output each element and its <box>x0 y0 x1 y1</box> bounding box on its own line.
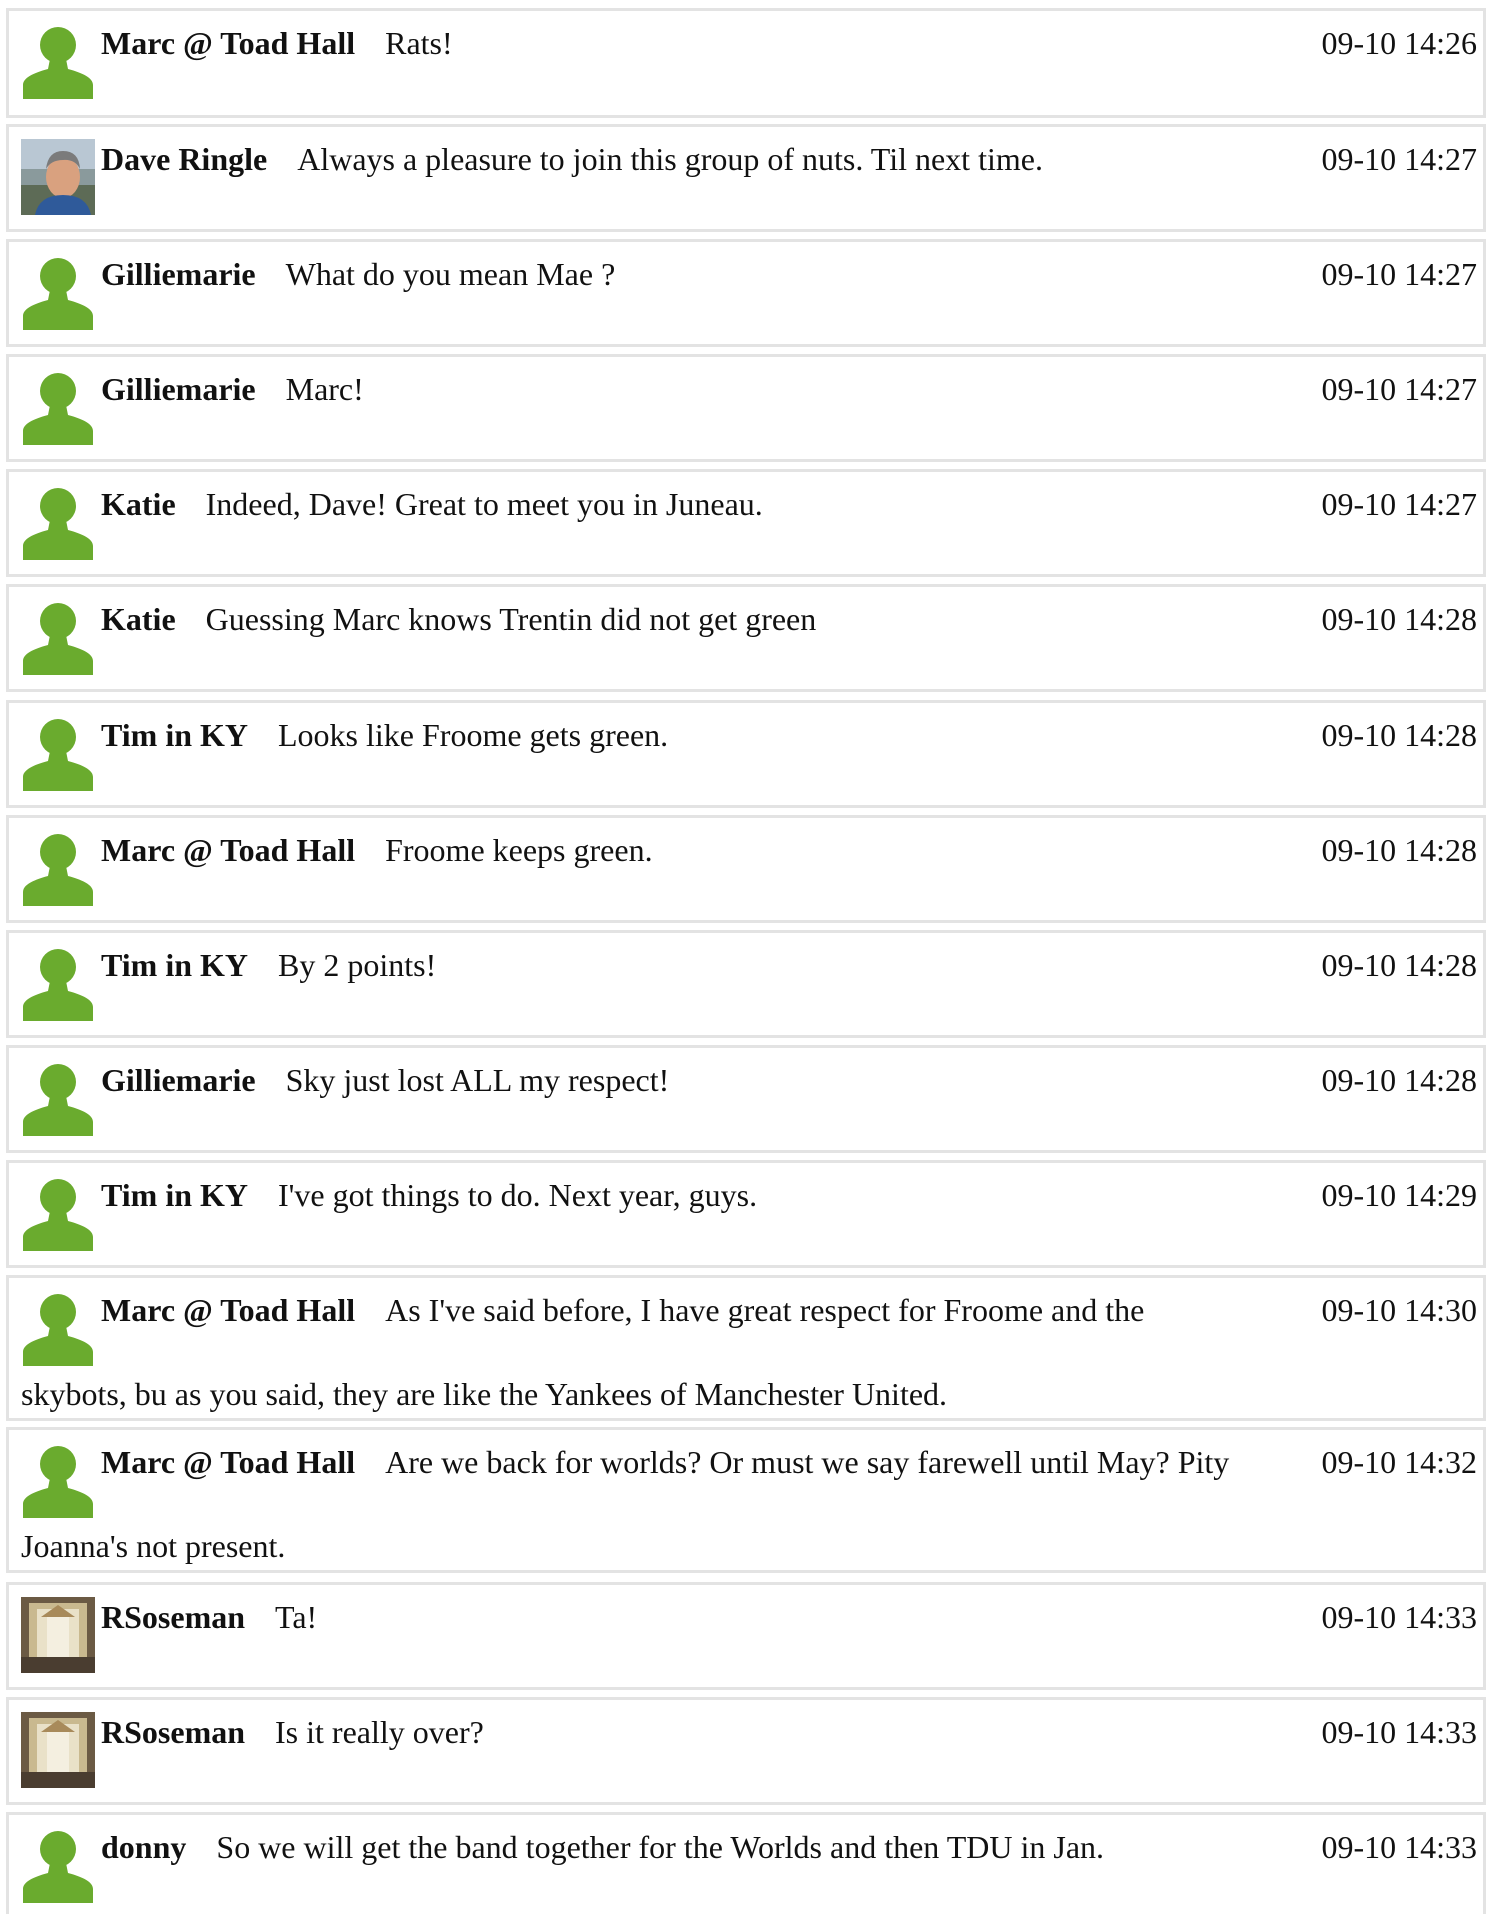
chat-message: Gilliemarie Sky just lost ALL my respect!… <box>6 1045 1486 1153</box>
timestamp: 09-10 14:28 <box>1321 832 1477 868</box>
default-user-icon[interactable] <box>21 23 95 99</box>
default-user-icon[interactable] <box>21 1442 95 1518</box>
timestamp: 09-10 14:33 <box>1321 1599 1477 1635</box>
message-line: RSoseman Is it really over? <box>101 1712 1303 1752</box>
username[interactable]: RSoseman <box>101 1714 245 1750</box>
chat-message: Marc @ Toad Hall Rats! 09-10 14:26 <box>6 8 1486 118</box>
chat-message: Gilliemarie Marc! 09-10 14:27 <box>6 354 1486 462</box>
message-line: Marc @ Toad Hall Are we back for worlds? … <box>101 1442 1303 1482</box>
username[interactable]: Gilliemarie <box>101 371 256 407</box>
chat-message: Katie Indeed, Dave! Great to meet you in … <box>6 469 1486 577</box>
message-text: Marc! <box>285 371 364 407</box>
message-line: donny So we will get the band together fo… <box>101 1827 1303 1867</box>
message-text-continued: Joanna's not present. <box>21 1528 286 1564</box>
message-line: Tim in KY By 2 points! <box>101 945 1303 985</box>
timestamp: 09-10 14:27 <box>1321 486 1477 522</box>
username[interactable]: Tim in KY <box>101 1177 248 1213</box>
message-text: Indeed, Dave! Great to meet you in Junea… <box>205 486 763 522</box>
message-line: Gilliemarie Sky just lost ALL my respect! <box>101 1060 1303 1100</box>
message-text: Are we back for worlds? Or must we say f… <box>385 1444 1230 1480</box>
username[interactable]: Marc @ Toad Hall <box>101 25 355 61</box>
default-user-icon[interactable] <box>21 254 95 330</box>
message-text: As I've said before, I have great respec… <box>385 1292 1145 1328</box>
chat-message: Marc @ Toad Hall Froome keeps green. 09-1… <box>6 815 1486 923</box>
chat-message: Marc @ Toad Hall As I've said before, I h… <box>6 1275 1486 1421</box>
message-text: Always a pleasure to join this group of … <box>297 141 1043 177</box>
message-line: Tim in KY I've got things to do. Next yea… <box>101 1175 1303 1215</box>
chat-message: Marc @ Toad Hall Are we back for worlds? … <box>6 1427 1486 1573</box>
timestamp: 09-10 14:28 <box>1321 717 1477 753</box>
username[interactable]: Marc @ Toad Hall <box>101 832 355 868</box>
photo-avatar[interactable] <box>21 139 95 215</box>
default-user-icon[interactable] <box>21 830 95 906</box>
message-text: What do you mean Mae ? <box>285 256 616 292</box>
chat-message: donny So we will get the band together fo… <box>6 1812 1486 1914</box>
username[interactable]: Gilliemarie <box>101 256 256 292</box>
timestamp: 09-10 14:29 <box>1321 1177 1477 1213</box>
message-text: Looks like Froome gets green. <box>278 717 669 753</box>
message-text: Rats! <box>385 25 453 61</box>
message-text: Guessing Marc knows Trentin did not get … <box>205 601 817 637</box>
message-line: Dave Ringle Always a pleasure to join thi… <box>101 139 1303 179</box>
timestamp: 09-10 14:27 <box>1321 141 1477 177</box>
timestamp: 09-10 14:33 <box>1321 1829 1477 1865</box>
username[interactable]: Tim in KY <box>101 947 248 983</box>
chat-message: RSoseman Ta! 09-10 14:33 <box>6 1582 1486 1690</box>
message-line: Marc @ Toad Hall As I've said before, I h… <box>101 1290 1303 1330</box>
message-text: Froome keeps green. <box>385 832 653 868</box>
default-user-icon[interactable] <box>21 1290 95 1366</box>
chat-message: Tim in KY I've got things to do. Next yea… <box>6 1160 1486 1268</box>
chat-message: Dave Ringle Always a pleasure to join thi… <box>6 124 1486 232</box>
message-text-continued: skybots, bu as you said, they are like t… <box>21 1376 948 1412</box>
default-user-icon[interactable] <box>21 484 95 560</box>
timestamp: 09-10 14:28 <box>1321 1062 1477 1098</box>
chat-message-list: Marc @ Toad Hall Rats! 09-10 14:26 Dave R… <box>0 0 1486 1914</box>
timestamp: 09-10 14:26 <box>1321 25 1477 61</box>
default-user-icon[interactable] <box>21 599 95 675</box>
timestamp: 09-10 14:33 <box>1321 1714 1477 1750</box>
message-line: Gilliemarie Marc! <box>101 369 1303 409</box>
chat-message: Katie Guessing Marc knows Trentin did not… <box>6 584 1486 692</box>
timestamp: 09-10 14:28 <box>1321 947 1477 983</box>
message-line: RSoseman Ta! <box>101 1597 1303 1637</box>
username[interactable]: RSoseman <box>101 1599 245 1635</box>
message-line: Gilliemarie What do you mean Mae ? <box>101 254 1303 294</box>
timestamp: 09-10 14:27 <box>1321 371 1477 407</box>
message-text: Ta! <box>275 1599 318 1635</box>
default-user-icon[interactable] <box>21 945 95 1021</box>
message-line: Katie Indeed, Dave! Great to meet you in … <box>101 484 1303 524</box>
default-user-icon[interactable] <box>21 369 95 445</box>
timestamp: 09-10 14:32 <box>1321 1444 1477 1480</box>
chat-message: Tim in KY By 2 points! 09-10 14:28 <box>6 930 1486 1038</box>
timestamp: 09-10 14:30 <box>1321 1292 1477 1328</box>
chat-message: Tim in KY Looks like Froome gets green. 0… <box>6 700 1486 808</box>
photo-avatar[interactable] <box>21 1597 95 1673</box>
chat-message: Gilliemarie What do you mean Mae ? 09-10 … <box>6 239 1486 347</box>
username[interactable]: donny <box>101 1829 186 1865</box>
username[interactable]: Tim in KY <box>101 717 248 753</box>
timestamp: 09-10 14:28 <box>1321 601 1477 637</box>
username[interactable]: Dave Ringle <box>101 141 267 177</box>
chat-message: RSoseman Is it really over? 09-10 14:33 <box>6 1697 1486 1805</box>
photo-avatar[interactable] <box>21 1712 95 1788</box>
message-text: Sky just lost ALL my respect! <box>285 1062 670 1098</box>
username[interactable]: Gilliemarie <box>101 1062 256 1098</box>
username[interactable]: Marc @ Toad Hall <box>101 1444 355 1480</box>
username[interactable]: Katie <box>101 486 176 522</box>
username[interactable]: Marc @ Toad Hall <box>101 1292 355 1328</box>
message-text: By 2 points! <box>278 947 437 983</box>
message-line: Marc @ Toad Hall Rats! <box>101 23 1303 63</box>
message-text: Is it really over? <box>275 1714 484 1750</box>
default-user-icon[interactable] <box>21 715 95 791</box>
timestamp: 09-10 14:27 <box>1321 256 1477 292</box>
message-line: Marc @ Toad Hall Froome keeps green. <box>101 830 1303 870</box>
message-text: I've got things to do. Next year, guys. <box>278 1177 758 1213</box>
default-user-icon[interactable] <box>21 1175 95 1251</box>
message-line: Tim in KY Looks like Froome gets green. <box>101 715 1303 755</box>
message-line: Katie Guessing Marc knows Trentin did not… <box>101 599 1303 639</box>
username[interactable]: Katie <box>101 601 176 637</box>
default-user-icon[interactable] <box>21 1060 95 1136</box>
message-text: So we will get the band together for the… <box>216 1829 1105 1865</box>
default-user-icon[interactable] <box>21 1827 95 1903</box>
